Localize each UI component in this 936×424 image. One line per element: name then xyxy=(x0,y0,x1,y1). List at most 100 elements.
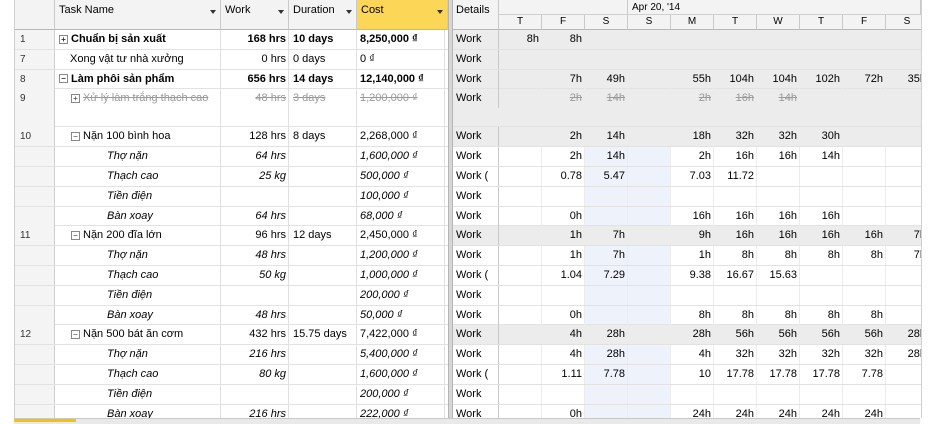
task-name-cell[interactable]: Tiền điện xyxy=(55,384,221,404)
assignment-row[interactable]: Thạch cao 25 kg 500,000 ₫ xyxy=(15,167,448,187)
timephased-value[interactable]: 18h xyxy=(671,127,714,147)
assignment-row[interactable]: Thạch cao 50 kg 1,000,000 ₫ xyxy=(15,266,448,286)
timephased-value[interactable]: 1.04 xyxy=(542,266,585,285)
timephased-value[interactable]: 9h xyxy=(671,226,714,246)
timephased-value[interactable] xyxy=(499,365,542,384)
timephased-value[interactable]: 16h xyxy=(757,206,800,226)
duration-header[interactable]: Duration xyxy=(289,0,357,30)
timephased-value[interactable] xyxy=(499,266,542,285)
task-name-cell[interactable]: − Nặn 200 đĩa lớn xyxy=(55,226,221,246)
timephased-value[interactable] xyxy=(757,285,800,305)
task-name-cell[interactable]: Bàn xoay xyxy=(55,206,221,226)
timephased-value[interactable] xyxy=(671,49,714,69)
cost-cell[interactable]: 1,200,000 ₫ xyxy=(357,246,445,266)
timephased-value[interactable] xyxy=(714,384,757,404)
timephased-value[interactable]: 0h xyxy=(542,404,585,418)
cost-header[interactable]: Cost xyxy=(357,0,448,30)
assignment-row[interactable]: Tiền điện 100,000 ₫ xyxy=(15,186,448,207)
timephased-value[interactable] xyxy=(628,30,671,49)
cost-cell[interactable]: 1,200,000 ₫ xyxy=(357,89,445,128)
cost-cell[interactable]: 0 ₫ xyxy=(357,49,445,69)
timephased-value[interactable] xyxy=(714,30,757,49)
timephased-value[interactable] xyxy=(886,89,921,108)
timephased-value[interactable]: 7h xyxy=(585,246,628,266)
timephased-value[interactable]: 17.78 xyxy=(757,365,800,384)
timephased-value[interactable] xyxy=(585,49,628,69)
timephased-value[interactable]: 24h xyxy=(800,404,843,418)
timephased-value[interactable]: 16h xyxy=(671,206,714,226)
timephased-value[interactable]: 8h xyxy=(714,305,757,325)
timephased-value[interactable] xyxy=(499,89,542,109)
task-row[interactable]: 7 Xong vật tư nhà xưởng 0 hrs 0 days 0 ₫ xyxy=(15,49,448,70)
timephased-value[interactable] xyxy=(585,186,628,206)
timephased-value[interactable] xyxy=(542,49,585,69)
work-cell[interactable]: 48 hrs xyxy=(221,305,289,325)
timephased-value[interactable]: 15.63 xyxy=(757,266,800,285)
work-cell[interactable] xyxy=(221,186,289,206)
work-cell[interactable]: 656 hrs xyxy=(221,69,289,89)
timephased-value[interactable] xyxy=(585,384,628,404)
filter-dropdown-icon[interactable] xyxy=(210,10,216,14)
task-name-cell[interactable]: Bàn xoay xyxy=(55,305,221,325)
timephased-value[interactable] xyxy=(714,285,757,305)
timephased-value[interactable]: 7h xyxy=(585,226,628,246)
timephased-value[interactable]: 9.38 xyxy=(671,266,714,285)
task-name-cell[interactable]: + Chuẩn bị sản xuất xyxy=(55,30,221,49)
task-name-cell[interactable]: Xong vật tư nhà xưởng xyxy=(55,49,221,69)
assignment-row[interactable]: Bàn xoay 48 hrs 50,000 ₫ xyxy=(15,305,448,326)
work-cell[interactable]: 128 hrs xyxy=(221,127,289,147)
cost-cell[interactable]: 12,140,000 ₫ xyxy=(357,69,445,89)
timephased-value[interactable] xyxy=(499,167,542,186)
timephased-value[interactable] xyxy=(585,305,628,325)
timephased-value[interactable] xyxy=(628,127,671,147)
timephased-value[interactable] xyxy=(800,49,843,69)
cost-cell[interactable]: 2,450,000 ₫ xyxy=(357,226,445,246)
timephased-value[interactable]: 104h xyxy=(757,69,800,89)
row-id[interactable]: 8 xyxy=(15,69,55,89)
timephased-value[interactable] xyxy=(843,127,886,147)
duration-cell[interactable] xyxy=(289,186,357,206)
assignment-row[interactable]: Bàn xoay 64 hrs 68,000 ₫ xyxy=(15,206,448,227)
cost-cell[interactable]: 5,400,000 ₫ xyxy=(357,345,445,365)
timephased-value[interactable]: 14h xyxy=(585,147,628,167)
task-row[interactable]: 1 + Chuẩn bị sản xuất 168 hrs 10 days 8,250,0… xyxy=(15,30,448,50)
timephased-value[interactable] xyxy=(671,384,714,404)
timephased-value[interactable] xyxy=(671,285,714,305)
timephased-value[interactable]: 56h xyxy=(800,325,843,345)
timephased-value[interactable] xyxy=(843,147,886,167)
timephased-value[interactable]: 2h xyxy=(542,89,585,109)
task-name-header[interactable]: Task Name xyxy=(55,0,221,30)
timephased-value[interactable]: 49h xyxy=(585,69,628,89)
timephased-value[interactable] xyxy=(886,167,921,186)
expand-icon[interactable]: + xyxy=(71,93,80,103)
task-name-cell[interactable]: Tiền điện xyxy=(55,186,221,206)
timephased-value[interactable]: 8h xyxy=(800,305,843,325)
timephased-value[interactable] xyxy=(800,285,843,305)
cost-cell[interactable]: 1,600,000 ₫ xyxy=(357,147,445,167)
timephased-value[interactable]: 7h xyxy=(542,69,585,89)
filter-dropdown-icon[interactable] xyxy=(346,10,352,14)
assignment-row[interactable]: Thợ nặn 64 hrs 1,600,000 ₫ xyxy=(15,147,448,167)
row-id[interactable] xyxy=(15,167,55,186)
timephased-value[interactable]: 1h xyxy=(542,246,585,266)
timephased-value[interactable] xyxy=(628,226,671,246)
row-id[interactable]: 7 xyxy=(15,49,55,69)
timephased-value[interactable] xyxy=(542,186,585,206)
timephased-value[interactable]: 8h xyxy=(843,305,886,325)
row-id[interactable] xyxy=(15,246,55,266)
timephased-value[interactable]: 28h xyxy=(886,325,921,344)
timephased-value[interactable]: 7.78 xyxy=(585,365,628,384)
timephased-value[interactable] xyxy=(628,365,671,384)
timephased-value[interactable]: 0h xyxy=(542,305,585,325)
timephased-value[interactable] xyxy=(886,266,921,285)
duration-cell[interactable] xyxy=(289,285,357,305)
timephased-value[interactable]: 8h xyxy=(757,246,800,266)
timephased-value[interactable] xyxy=(843,285,886,305)
duration-cell[interactable] xyxy=(289,384,357,404)
task-name-cell[interactable]: Bàn xoay xyxy=(55,404,221,418)
cost-cell[interactable]: 8,250,000 ₫ xyxy=(357,30,445,49)
timephased-value[interactable] xyxy=(499,69,542,89)
timephased-value[interactable] xyxy=(757,186,800,206)
timephased-value[interactable] xyxy=(499,345,542,365)
timephased-value[interactable] xyxy=(714,186,757,206)
